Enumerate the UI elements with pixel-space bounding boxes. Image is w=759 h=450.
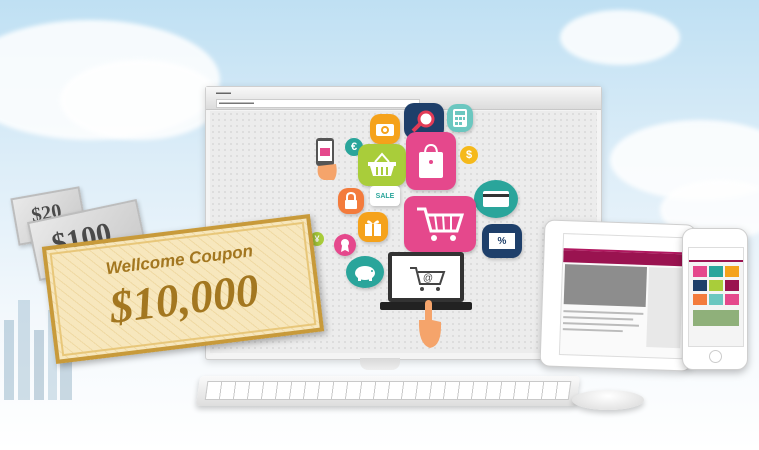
shopping-bag-icon bbox=[406, 132, 456, 190]
credit-card-icon bbox=[474, 180, 518, 218]
gift-icon bbox=[358, 212, 388, 242]
sale-tag-icon: SALE bbox=[370, 186, 400, 206]
phone-in-hand-icon bbox=[316, 138, 337, 180]
phone-tile bbox=[693, 294, 707, 305]
phone-site-header bbox=[689, 248, 743, 262]
cloud bbox=[560, 10, 680, 65]
ecommerce-illustration: ▬▬▬ ▬▬▬▬▬▬▬ € $ SALE ¥ % @ $20 $100 Well… bbox=[0, 0, 759, 450]
phone-tile bbox=[693, 280, 707, 291]
smartphone bbox=[682, 228, 748, 370]
phone-tile bbox=[693, 310, 739, 326]
percent-symbol: % bbox=[497, 235, 507, 247]
shopping-cart-icon bbox=[404, 196, 476, 252]
piggy-bank-icon bbox=[346, 256, 384, 288]
award-icon bbox=[334, 234, 356, 256]
keyboard-keys bbox=[204, 381, 572, 400]
tablet bbox=[539, 219, 697, 372]
phone-tile bbox=[709, 280, 723, 291]
browser-tab: ▬▬▬ bbox=[216, 90, 231, 96]
tablet-screen bbox=[558, 233, 688, 360]
keyboard bbox=[195, 376, 581, 406]
lock-icon bbox=[338, 188, 364, 214]
address-bar: ▬▬▬▬▬▬▬ bbox=[216, 99, 420, 108]
tablet-text-line bbox=[563, 310, 644, 315]
mouse bbox=[572, 390, 644, 410]
phone-tile bbox=[709, 266, 723, 277]
phone-tile bbox=[725, 280, 739, 291]
tablet-site-sidebar bbox=[646, 267, 683, 349]
monitor-stand bbox=[360, 358, 400, 370]
at-sign: @ bbox=[423, 273, 433, 284]
basket-icon bbox=[358, 144, 406, 186]
dollar-coin-icon: $ bbox=[460, 146, 478, 164]
tablet-text-line bbox=[563, 316, 634, 321]
camera-icon bbox=[370, 114, 400, 144]
browser-toolbar: ▬▬▬ ▬▬▬▬▬▬▬ bbox=[206, 87, 601, 110]
phone-tile bbox=[725, 266, 739, 277]
tablet-text-line bbox=[562, 328, 623, 333]
coupon-ticket: % bbox=[489, 233, 515, 249]
phone-tile bbox=[693, 266, 707, 277]
tablet-site-hero-image bbox=[563, 264, 648, 307]
sale-label: SALE bbox=[375, 192, 395, 200]
phone-screen bbox=[688, 247, 744, 347]
phone-tile bbox=[725, 294, 739, 305]
cloud bbox=[60, 60, 220, 140]
pointing-hand-icon bbox=[418, 300, 442, 348]
tablet-text-line bbox=[562, 322, 639, 327]
phone-home-button bbox=[709, 350, 722, 363]
coupon-percent-icon: % bbox=[482, 224, 522, 258]
phone-tile bbox=[709, 294, 723, 305]
calculator-icon bbox=[447, 104, 473, 132]
